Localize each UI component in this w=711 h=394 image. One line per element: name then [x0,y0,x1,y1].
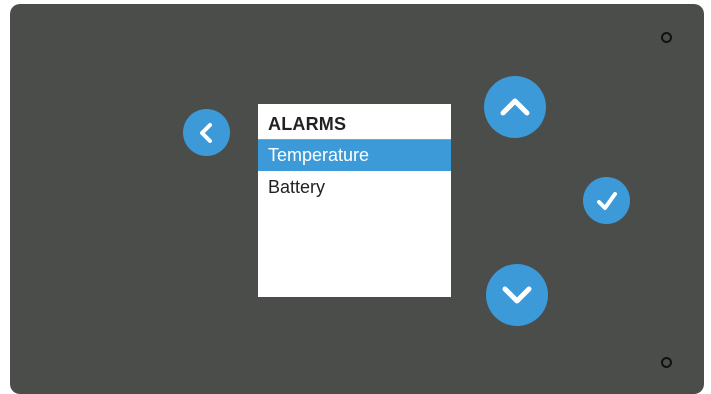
confirm-button[interactable] [583,177,630,224]
screw-bottom [661,357,672,368]
chevron-down-icon [502,286,532,304]
menu-item-label: Battery [268,177,326,197]
up-button[interactable] [484,76,546,138]
menu-item-temperature[interactable]: Temperature [258,140,451,171]
chevron-up-icon [500,98,530,116]
menu-item-label: Temperature [268,145,370,165]
down-button[interactable] [486,264,548,326]
screw-top [661,32,672,43]
display-screen: ALARMS Temperature Battery [258,104,451,297]
check-icon [596,191,617,210]
chevron-left-icon [199,122,212,143]
menu-item-battery[interactable]: Battery [258,172,451,203]
device-panel: ALARMS Temperature Battery [10,4,704,394]
screen-title: ALARMS [268,114,347,134]
back-button[interactable] [183,109,230,156]
